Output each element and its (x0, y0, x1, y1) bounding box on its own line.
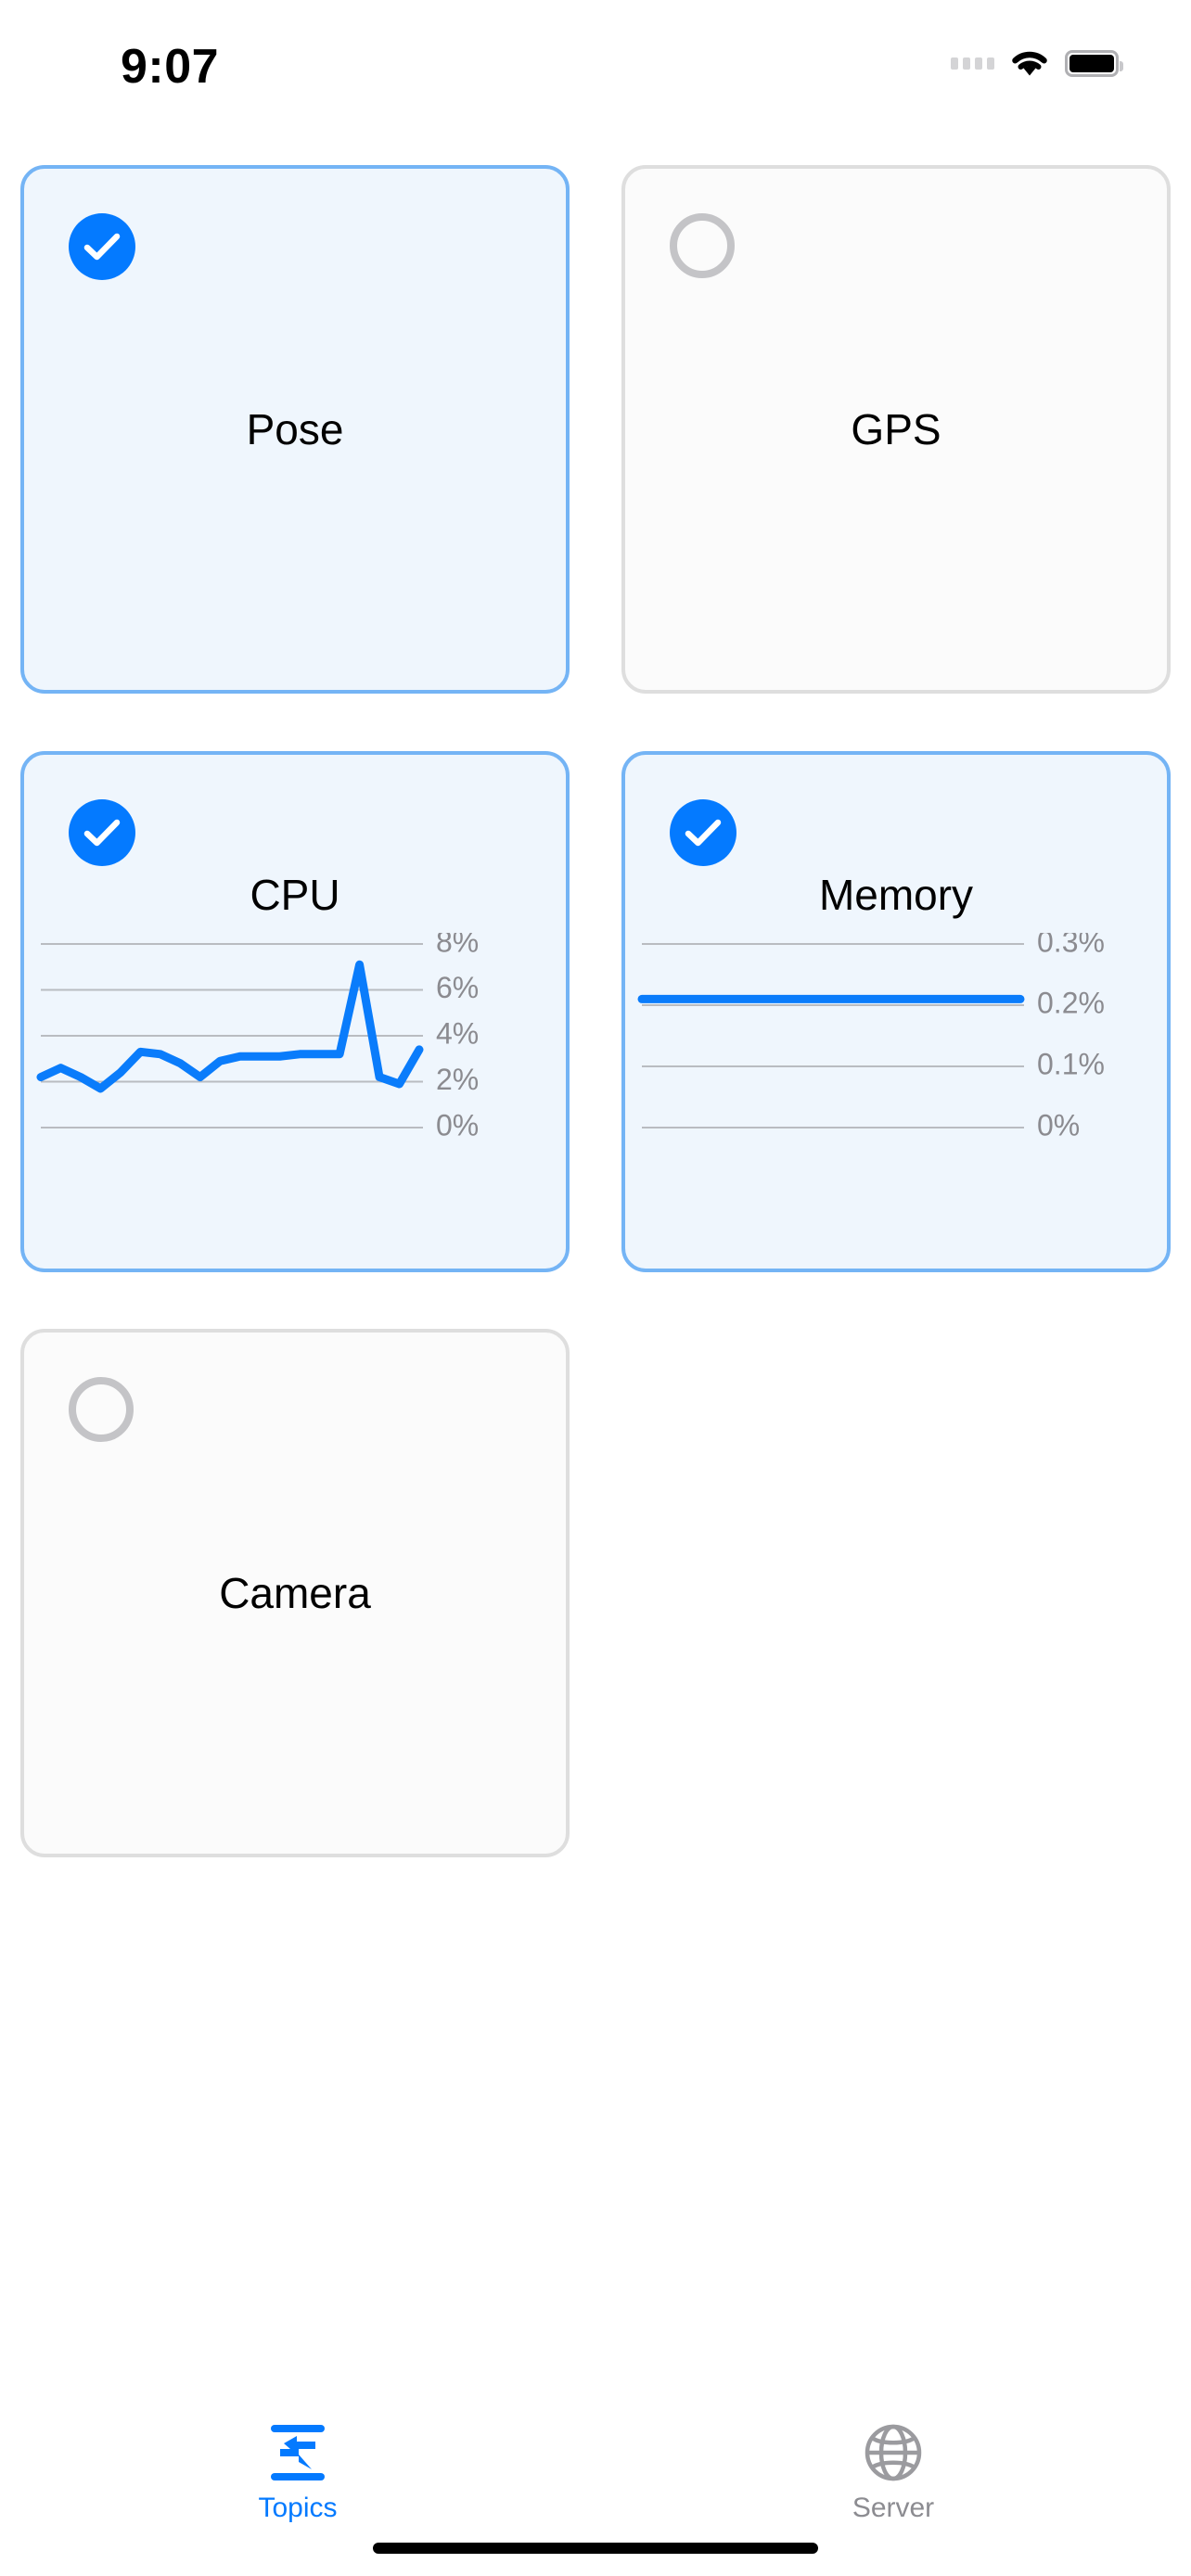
svg-text:0%: 0% (436, 1108, 479, 1141)
app-screen: 9:07 Pose (0, 0, 1191, 2576)
svg-text:6%: 6% (436, 971, 479, 1004)
topic-card-pose[interactable]: Pose (20, 165, 570, 694)
svg-text:0%: 0% (1037, 1108, 1080, 1141)
tab-label: Topics (258, 2494, 337, 2522)
svg-text:8%: 8% (436, 933, 479, 958)
topic-card-cpu[interactable]: CPU 8% 6% 4% 2% 0% (20, 751, 570, 1272)
tab-label: Server (852, 2494, 934, 2522)
svg-text:0.3%: 0.3% (1037, 933, 1105, 958)
topic-card-title: Camera (24, 1572, 566, 1614)
topic-card-title: Memory (625, 874, 1167, 916)
topic-card-camera[interactable]: Camera (20, 1329, 570, 1857)
svg-text:0.1%: 0.1% (1037, 1047, 1105, 1080)
circle-outline-icon[interactable] (670, 213, 735, 278)
globe-icon (856, 2418, 930, 2487)
svg-text:2%: 2% (436, 1063, 479, 1096)
home-indicator (373, 2543, 818, 2554)
topic-card-title: GPS (625, 408, 1167, 451)
topic-card-gps[interactable]: GPS (621, 165, 1171, 694)
svg-text:4%: 4% (436, 1016, 479, 1050)
transfer-arrows-icon (261, 2418, 335, 2487)
memory-usage-chart: 0.3% 0.2% 0.1% 0% (625, 933, 1167, 1174)
status-bar-indicators (951, 48, 1119, 78)
topic-card-memory[interactable]: Memory 0.3% 0.2% 0.1% 0% (621, 751, 1171, 1272)
checkmark-circle-filled-icon[interactable] (670, 799, 736, 866)
status-bar-time: 9:07 (121, 43, 219, 91)
status-bar: 9:07 (0, 0, 1191, 93)
topic-card-title: CPU (24, 874, 566, 916)
signal-dots-icon (951, 57, 994, 70)
wifi-icon (1009, 48, 1050, 78)
battery-full-icon (1065, 50, 1119, 77)
topic-card-title: Pose (24, 408, 566, 451)
cpu-usage-chart: 8% 6% 4% 2% 0% (24, 933, 566, 1174)
circle-outline-icon[interactable] (69, 1377, 134, 1442)
svg-text:0.2%: 0.2% (1037, 986, 1105, 1019)
checkmark-circle-filled-icon[interactable] (69, 799, 135, 866)
checkmark-circle-filled-icon[interactable] (69, 213, 135, 280)
